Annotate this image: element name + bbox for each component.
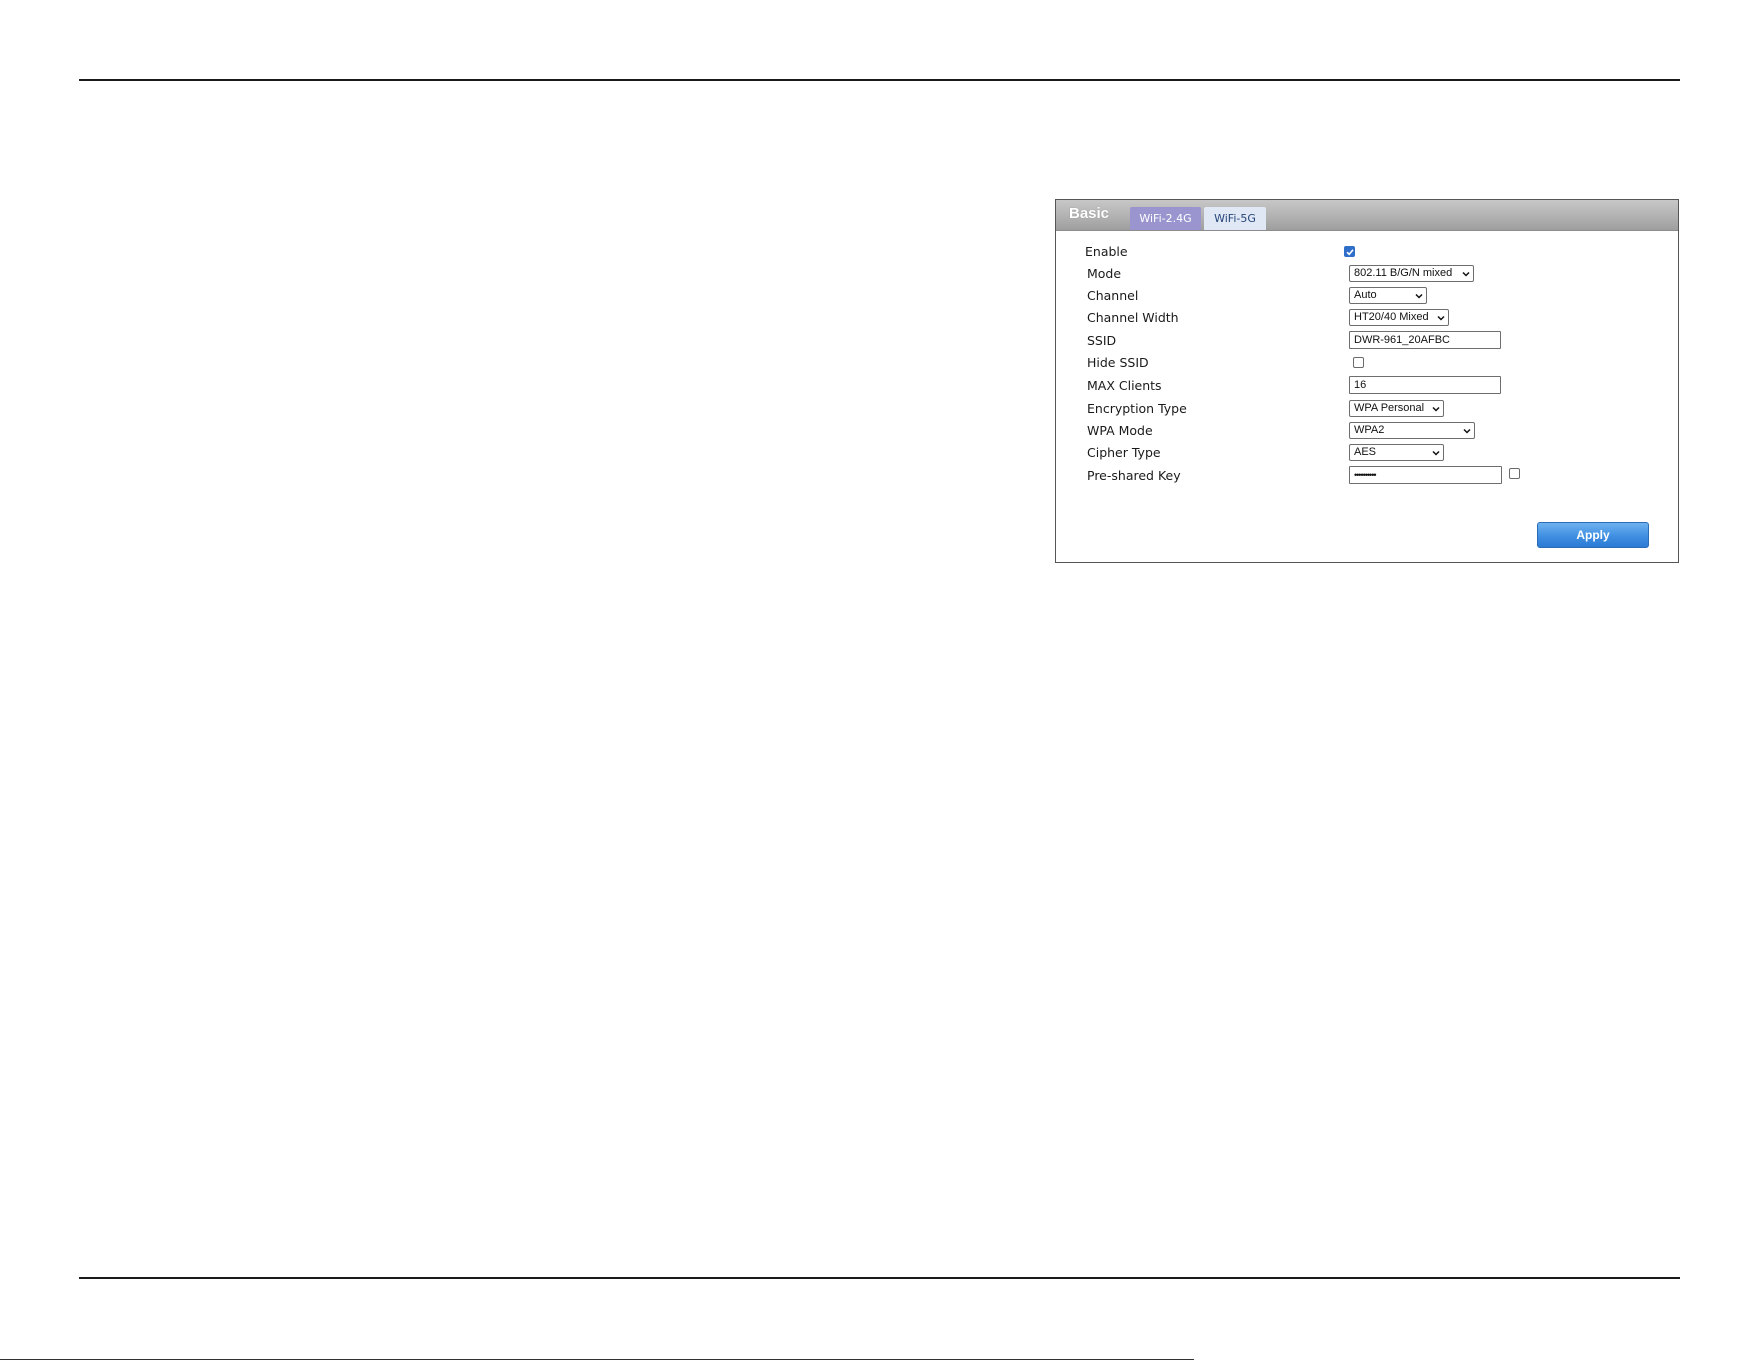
- show-key-checkbox[interactable]: [1509, 468, 1520, 479]
- apply-button[interactable]: Apply: [1537, 522, 1649, 548]
- panel-title: Basic: [1069, 205, 1110, 222]
- ssid-row: SSID DWR-961_20AFBC: [1056, 331, 1678, 351]
- ssid-input[interactable]: DWR-961_20AFBC: [1349, 331, 1501, 349]
- mode-select-value: 802.11 B/G/N mixed: [1354, 267, 1453, 279]
- panel-header: Basic WiFi-2.4G WiFi-5G: [1056, 200, 1678, 231]
- cipher-type-select-value: AES: [1354, 446, 1377, 458]
- channel-select[interactable]: Auto: [1349, 287, 1427, 304]
- top-divider: [79, 79, 1680, 81]
- chevron-down-icon: [1437, 315, 1445, 321]
- channel-row: Channel Auto: [1056, 286, 1678, 306]
- enable-row: Enable: [1056, 242, 1678, 262]
- enable-checkbox[interactable]: [1344, 246, 1355, 257]
- wpa-mode-row: WPA Mode WPA2: [1056, 421, 1678, 441]
- encryption-type-row: Encryption Type WPA Personal: [1056, 399, 1678, 419]
- channel-label: Channel: [1087, 288, 1139, 303]
- hide-ssid-checkbox[interactable]: [1353, 357, 1364, 368]
- channel-width-row: Channel Width HT20/40 Mixed: [1056, 308, 1678, 328]
- channel-width-select-value: HT20/40 Mixed: [1354, 311, 1429, 323]
- max-clients-label: MAX Clients: [1087, 378, 1162, 393]
- hide-ssid-label: Hide SSID: [1087, 355, 1149, 370]
- encryption-type-select-value: WPA Personal: [1354, 402, 1425, 414]
- tab-wifi-2-4g[interactable]: WiFi-2.4G: [1130, 207, 1201, 230]
- encryption-type-select[interactable]: WPA Personal: [1349, 400, 1444, 417]
- mode-label: Mode: [1087, 266, 1122, 281]
- channel-width-label: Channel Width: [1087, 310, 1179, 325]
- wpa-mode-label: WPA Mode: [1087, 423, 1153, 438]
- cipher-type-label: Cipher Type: [1087, 445, 1161, 460]
- footer-divider: [0, 1359, 1194, 1360]
- wifi-basic-panel: Basic WiFi-2.4G WiFi-5G Enable Mode 802.…: [1055, 199, 1679, 563]
- ssid-label: SSID: [1087, 333, 1117, 348]
- preshared-key-label: Pre-shared Key: [1087, 468, 1181, 483]
- hide-ssid-row: Hide SSID: [1056, 353, 1678, 373]
- encryption-type-label: Encryption Type: [1087, 401, 1187, 416]
- enable-label: Enable: [1085, 244, 1128, 259]
- chevron-down-icon: [1432, 450, 1440, 456]
- chevron-down-icon: [1462, 271, 1470, 277]
- channel-width-select[interactable]: HT20/40 Mixed: [1349, 309, 1449, 326]
- chevron-down-icon: [1415, 293, 1423, 299]
- cipher-type-select[interactable]: AES: [1349, 444, 1444, 461]
- channel-select-value: Auto: [1354, 289, 1377, 301]
- chevron-down-icon: [1463, 428, 1471, 434]
- tab-wifi-5g[interactable]: WiFi-5G: [1204, 207, 1266, 230]
- checkmark-icon: [1346, 249, 1354, 256]
- wpa-mode-select[interactable]: WPA2: [1349, 422, 1475, 439]
- max-clients-row: MAX Clients 16: [1056, 376, 1678, 396]
- mode-select[interactable]: 802.11 B/G/N mixed: [1349, 265, 1474, 282]
- bottom-divider: [79, 1277, 1680, 1279]
- max-clients-input[interactable]: 16: [1349, 376, 1501, 394]
- wpa-mode-select-value: WPA2: [1354, 424, 1385, 436]
- cipher-type-row: Cipher Type AES: [1056, 443, 1678, 463]
- preshared-key-input[interactable]: ••••••••••: [1349, 466, 1502, 484]
- chevron-down-icon: [1432, 406, 1440, 412]
- mode-row: Mode 802.11 B/G/N mixed: [1056, 264, 1678, 284]
- preshared-key-row: Pre-shared Key ••••••••••: [1056, 466, 1678, 486]
